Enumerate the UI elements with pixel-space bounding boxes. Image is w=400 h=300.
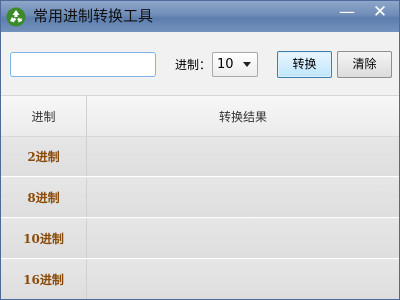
header-result: 转换结果	[218, 109, 267, 124]
base-select[interactable]: 10	[212, 52, 258, 77]
row-base-label: 2进制	[1, 137, 87, 176]
row-result[interactable]	[87, 137, 399, 176]
results-table: 进制 转换结果 2进制 8进制 10进制 16进制	[1, 95, 399, 299]
toolbar: 进制： 10 转换 清除	[1, 32, 399, 95]
app-window: 常用进制转换工具 — ✕ 进制： 10 转换 清除 进制 转换结果 2进制 8进…	[0, 0, 400, 300]
chevron-down-icon	[243, 62, 251, 67]
base-select-value: 10	[217, 57, 234, 72]
minimize-button[interactable]: —	[332, 2, 362, 22]
table-row: 2进制	[1, 137, 399, 177]
recycle-icon	[6, 7, 26, 27]
row-base-label: 8进制	[1, 178, 87, 217]
table-row: 16进制	[1, 260, 399, 299]
row-result[interactable]	[87, 260, 399, 299]
table-header-row: 进制 转换结果	[1, 96, 399, 137]
table-row: 10进制	[1, 219, 399, 259]
header-base: 进制	[1, 96, 87, 136]
close-button[interactable]: ✕	[365, 2, 395, 22]
convert-button[interactable]: 转换	[277, 51, 332, 78]
window-title: 常用进制转换工具	[33, 7, 154, 25]
row-base-label: 10进制	[1, 219, 87, 258]
base-label: 进制：	[175, 58, 212, 72]
row-base-label: 16进制	[1, 260, 87, 299]
row-result[interactable]	[87, 178, 399, 217]
table-row: 8进制	[1, 178, 399, 218]
number-input[interactable]	[10, 52, 156, 77]
title-bar[interactable]: 常用进制转换工具 — ✕	[1, 1, 399, 32]
clear-button[interactable]: 清除	[337, 51, 392, 78]
row-result[interactable]	[87, 219, 399, 258]
